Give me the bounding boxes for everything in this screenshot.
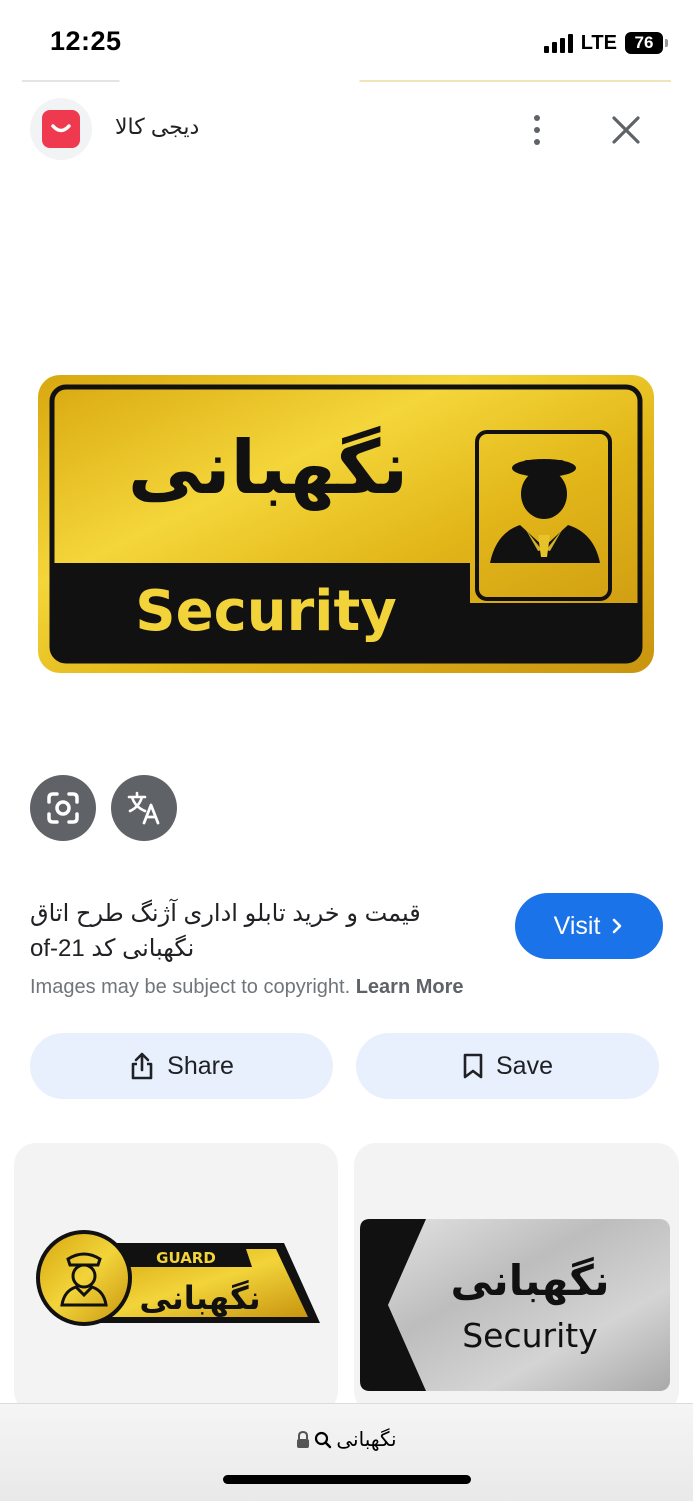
image-strip-edge [22,80,671,82]
related-image-card[interactable]: نگهبانی Security [354,1143,679,1413]
save-label: Save [496,1051,553,1080]
visit-label: Visit [553,911,601,940]
home-indicator[interactable] [223,1475,471,1484]
save-button[interactable]: Save [356,1033,659,1099]
status-indicators: LTE 76 [543,30,668,56]
guard-badge-text: GUARD [156,1249,216,1267]
share-icon [131,1052,153,1080]
status-time: 12:25 [50,26,122,56]
share-button[interactable]: Share [30,1033,333,1099]
signal-icon [543,33,573,53]
sign-english-text: Security [135,579,396,644]
main-image[interactable]: نگهبانی Security [38,375,654,673]
search-icon [315,1431,332,1448]
share-label: Share [167,1051,234,1080]
copyright-text: Images may be subject to copyright. [30,976,351,998]
copyright-notice: Images may be subject to copyright. Lear… [30,976,464,999]
browser-bottom-bar [0,1403,693,1501]
address-bar[interactable]: نگهبانی [0,1427,693,1452]
battery-icon: 76 [625,32,668,54]
sign-persian-text: نگهبانی [128,425,408,512]
related-persian-text: نگهبانی [139,1279,260,1317]
google-lens-icon[interactable] [30,775,96,841]
translate-icon[interactable] [111,775,177,841]
related-persian-text: نگهبانی [450,1256,609,1306]
lock-icon [297,1430,310,1448]
security-sign: نگهبانی Security [38,375,654,673]
source-name[interactable]: دیجی کالا [115,114,199,140]
url-text: نگهبانی [336,1429,397,1451]
guard-sign-image: GUARD نگهبانی [36,1230,320,1326]
close-icon[interactable] [606,110,646,150]
digikala-logo-icon[interactable] [30,98,92,160]
network-label: LTE [580,31,617,54]
result-title[interactable]: قیمت و خرید تابلو اداری آژنگ طرح اتاق نگ… [30,896,490,966]
related-image-card[interactable]: GUARD نگهبانی [14,1143,338,1413]
related-english-text: Security [462,1316,598,1355]
more-options-icon[interactable] [522,110,552,150]
visit-button[interactable]: Visit [515,893,663,959]
silver-sign-image: نگهبانی Security [360,1219,670,1391]
chevron-right-icon [613,918,622,934]
learn-more-link[interactable]: Learn More [356,976,464,998]
bookmark-icon [463,1053,483,1079]
